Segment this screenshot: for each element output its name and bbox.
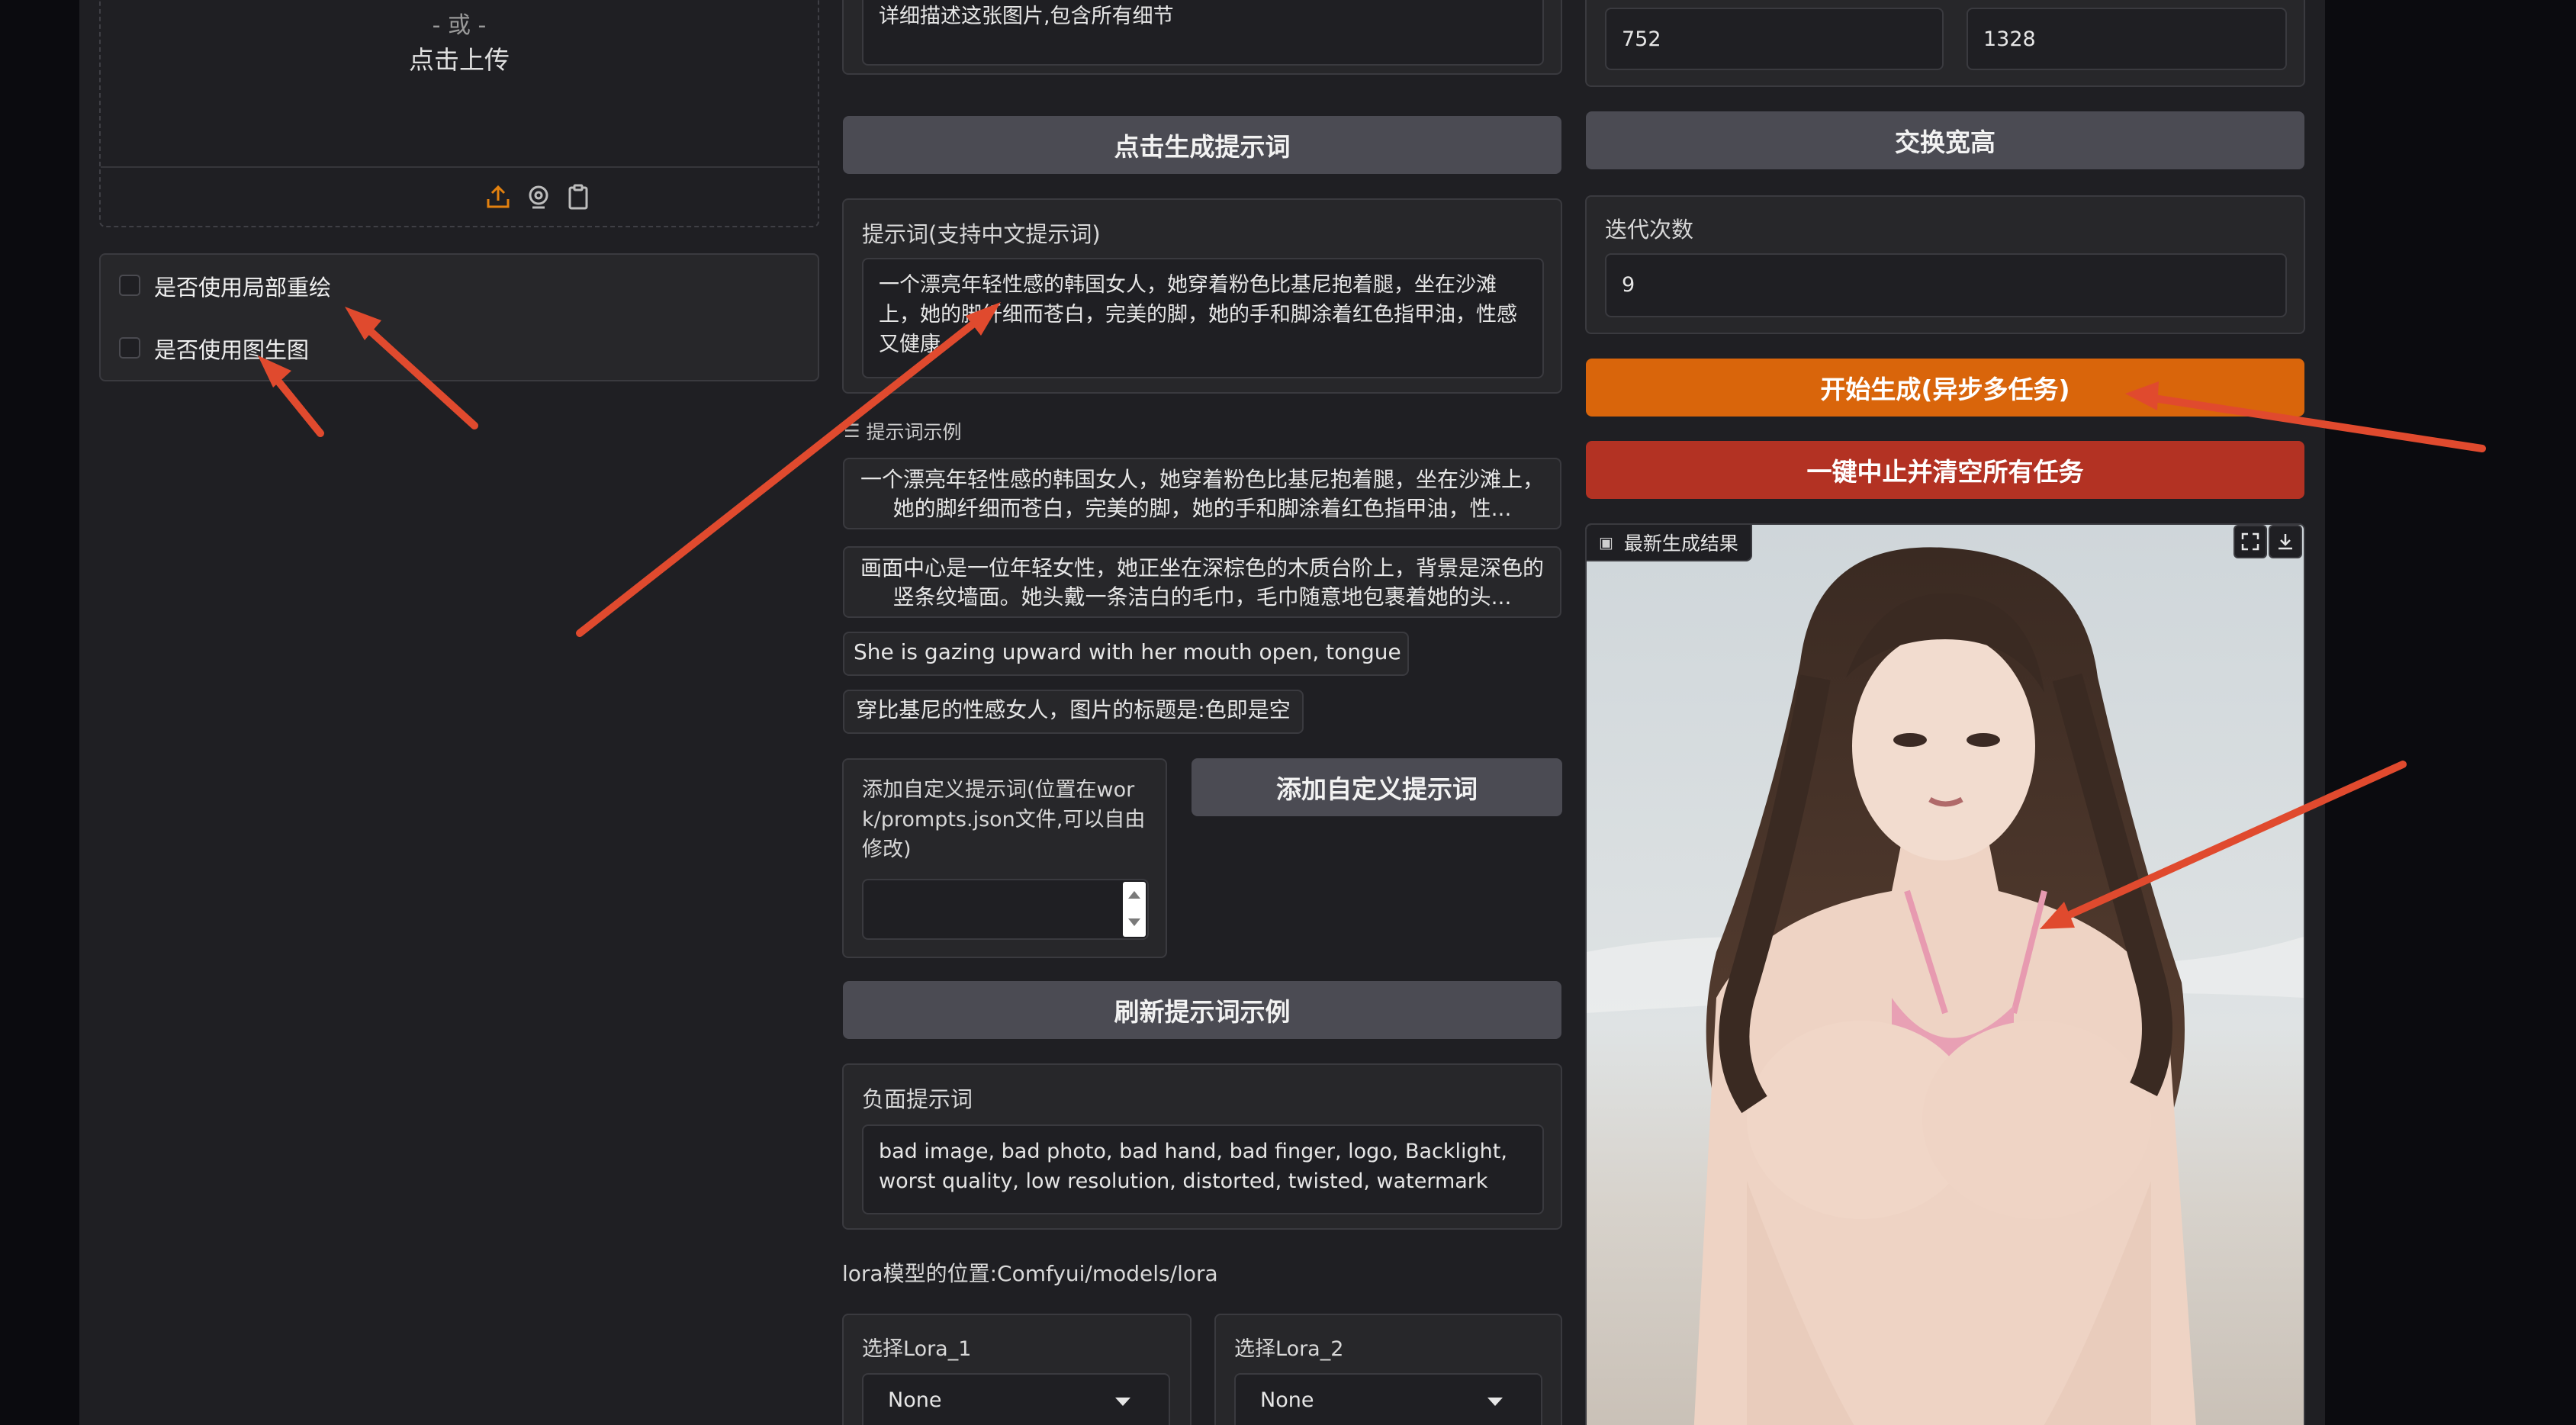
annotation-arrow-heads	[258, 302, 2159, 929]
annotation-arrows	[258, 302, 2486, 929]
screenshot: - 或 - 点击上传 是否使用局部重绘 是否使用图生图 详细描述这张图片,包含所…	[0, 0, 2576, 1425]
